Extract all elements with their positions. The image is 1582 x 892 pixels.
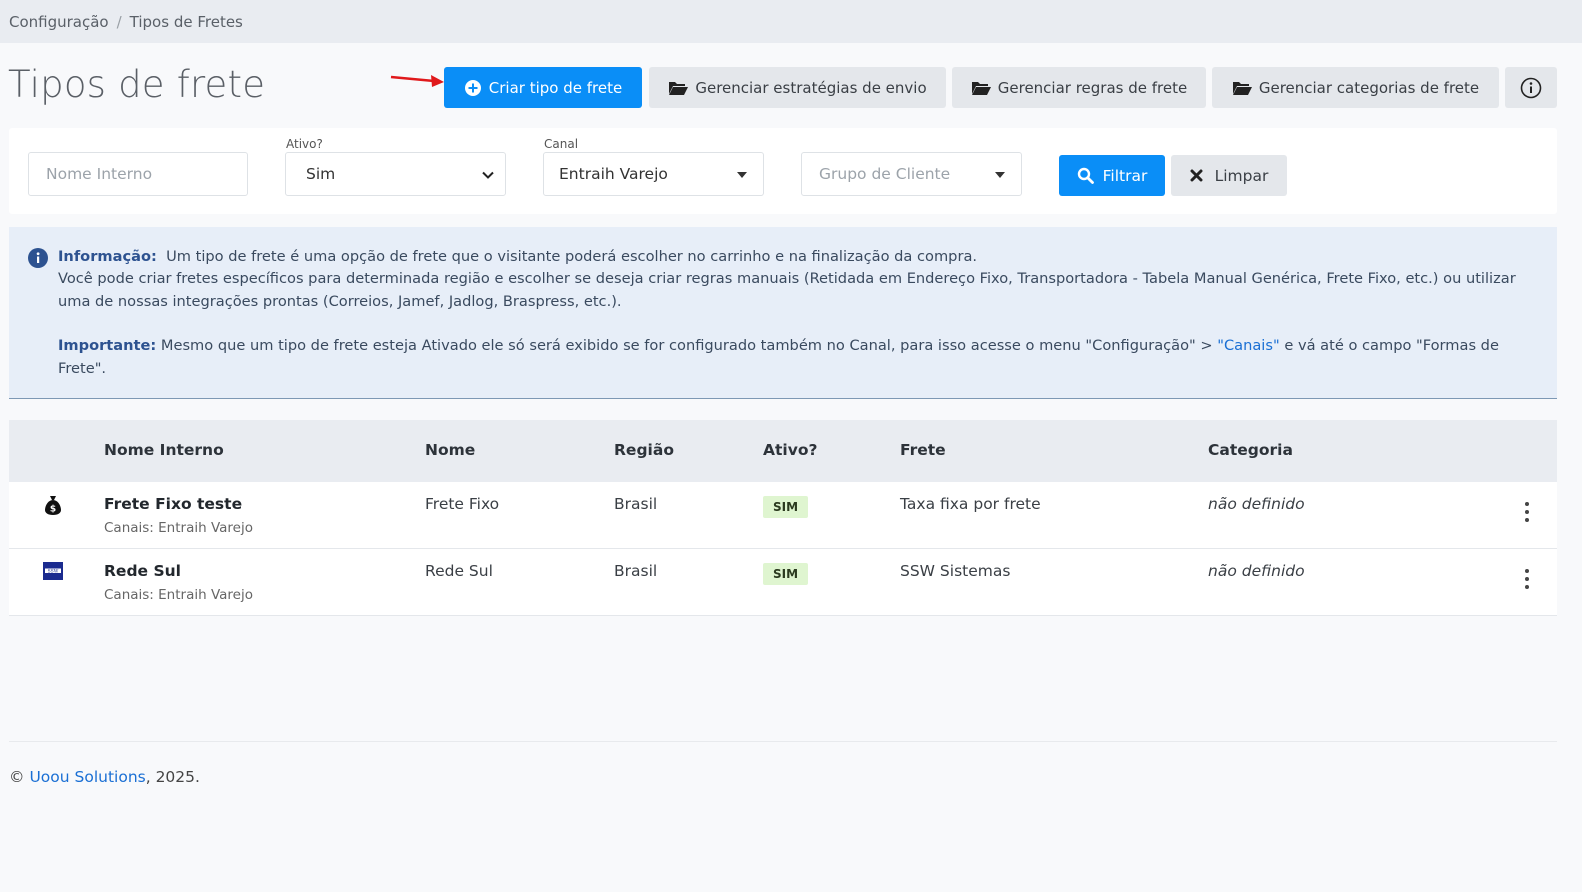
footer-company-link[interactable]: Uoou Solutions — [29, 768, 145, 786]
info-line-1: Um tipo de frete é uma opção de frete qu… — [166, 248, 978, 265]
active-select-value: Sim — [306, 165, 336, 183]
row-freight: Taxa fixa por frete — [900, 495, 1041, 513]
active-select[interactable]: Sim — [285, 152, 506, 196]
row-name: Frete Fixo — [425, 495, 500, 513]
row-channels: Canais: Entraih Varejo — [104, 520, 253, 536]
clear-button-label: Limpar — [1214, 166, 1269, 185]
footer-divider — [9, 741, 1557, 742]
manage-freight-categories-button[interactable]: Gerenciar categorias de frete — [1212, 67, 1499, 108]
row-freight: SSW Sistemas — [900, 562, 1011, 580]
folder-open-icon — [1232, 80, 1252, 96]
filter-panel: Nome Interno Ativo? Sim Canal Entraih Va… — [9, 128, 1557, 214]
footer-copyright: © — [9, 768, 30, 786]
important-title: Importante: — [58, 337, 157, 355]
column-header-freight[interactable]: Frete — [900, 441, 946, 459]
column-header-internal-name[interactable]: Nome Interno — [104, 441, 224, 459]
page-title: Tipos de frete — [8, 63, 266, 106]
row-internal-name[interactable]: Rede Sul — [104, 562, 181, 580]
column-header-name[interactable]: Nome — [425, 441, 475, 459]
breadcrumb-separator: / — [116, 12, 122, 31]
active-filter-label: Ativo? — [286, 137, 323, 151]
times-icon — [1190, 169, 1203, 182]
create-freight-type-button[interactable]: Criar tipo de frete — [444, 67, 642, 108]
internal-name-placeholder: Nome Interno — [46, 165, 153, 183]
svg-text:$: $ — [50, 505, 56, 515]
table-row[interactable]: SSW Rede Sul Canais: Entraih Varejo Rede… — [9, 549, 1557, 616]
status-badge: SIM — [763, 496, 809, 518]
canais-link[interactable]: "Canais" — [1217, 337, 1279, 354]
search-icon — [1077, 167, 1094, 184]
table-header: Nome Interno Nome Região Ativo? Frete Ca… — [9, 420, 1557, 482]
row-channels: Canais: Entraih Varejo — [104, 587, 253, 603]
breadcrumb-configuracao[interactable]: Configuração — [9, 13, 109, 31]
manage-shipping-strategies-button[interactable]: Gerenciar estratégias de envio — [649, 67, 946, 108]
column-header-category[interactable]: Categoria — [1208, 441, 1293, 459]
row-region: Brasil — [614, 562, 658, 580]
plus-circle-icon — [464, 79, 482, 97]
customer-group-select[interactable]: Grupo de Cliente — [801, 152, 1022, 196]
manage-freight-rules-button[interactable]: Gerenciar regras de frete — [952, 67, 1206, 108]
info-circle-icon — [28, 248, 48, 275]
info-alert: Informação: Um tipo de frete é uma opção… — [9, 227, 1557, 399]
channel-select[interactable]: Entraih Varejo — [543, 152, 764, 196]
status-badge: SIM — [763, 563, 809, 585]
important-text-a: Mesmo que um tipo de frete esteja Ativad… — [160, 337, 1218, 355]
create-freight-type-label: Criar tipo de frete — [488, 78, 623, 97]
row-name: Rede Sul — [425, 562, 493, 580]
info-line-2: Você pode criar fretes específicos para … — [58, 270, 1516, 310]
row-category: não definido — [1208, 562, 1305, 580]
breadcrumb: Configuração / Tipos de Fretes — [0, 0, 1582, 43]
filter-button-label: Filtrar — [1102, 166, 1148, 185]
info-title: Informação: — [58, 248, 157, 265]
filter-button[interactable]: Filtrar — [1059, 155, 1165, 196]
column-header-active[interactable]: Ativo? — [763, 441, 817, 459]
manage-shipping-strategies-label: Gerenciar estratégias de envio — [695, 78, 927, 97]
ssw-logo-text: SSW — [48, 569, 59, 575]
freight-types-table: Nome Interno Nome Região Ativo? Frete Ca… — [9, 420, 1557, 616]
table-row[interactable]: $ Frete Fixo teste Canais: Entraih Varej… — [9, 482, 1557, 549]
chevron-down-icon — [482, 171, 494, 179]
info-circle-icon — [1520, 77, 1542, 99]
caret-down-icon — [737, 172, 747, 178]
money-bag-icon: $ — [42, 494, 64, 520]
info-paragraph: Informação: Um tipo de frete é uma opção… — [58, 246, 1537, 313]
folder-open-icon — [668, 80, 689, 96]
footer-year: , 2025. — [145, 768, 200, 786]
row-region: Brasil — [614, 495, 658, 513]
internal-name-input[interactable]: Nome Interno — [28, 152, 248, 196]
footer: © Uoou Solutions, 2025. — [9, 768, 200, 786]
manage-freight-categories-label: Gerenciar categorias de frete — [1258, 78, 1480, 97]
row-category: não definido — [1208, 495, 1305, 513]
manage-freight-rules-label: Gerenciar regras de frete — [997, 78, 1188, 97]
ssw-logo: SSW — [43, 562, 63, 584]
customer-group-placeholder: Grupo de Cliente — [819, 165, 951, 183]
channel-select-value: Entraih Varejo — [559, 165, 668, 183]
more-options-icon[interactable] — [1525, 502, 1529, 522]
info-button[interactable] — [1505, 67, 1557, 108]
red-arrow-annotation — [390, 75, 444, 87]
clear-button[interactable]: Limpar — [1171, 155, 1287, 196]
row-internal-name[interactable]: Frete Fixo teste — [104, 495, 242, 513]
column-header-region[interactable]: Região — [614, 441, 674, 459]
caret-down-icon — [995, 172, 1005, 178]
channel-filter-label: Canal — [544, 137, 579, 151]
more-options-icon[interactable] — [1525, 569, 1529, 589]
folder-open-icon — [971, 80, 991, 96]
important-paragraph: Importante: Mesmo que um tipo de frete e… — [58, 335, 1537, 380]
breadcrumb-current: Tipos de Fretes — [129, 12, 243, 31]
